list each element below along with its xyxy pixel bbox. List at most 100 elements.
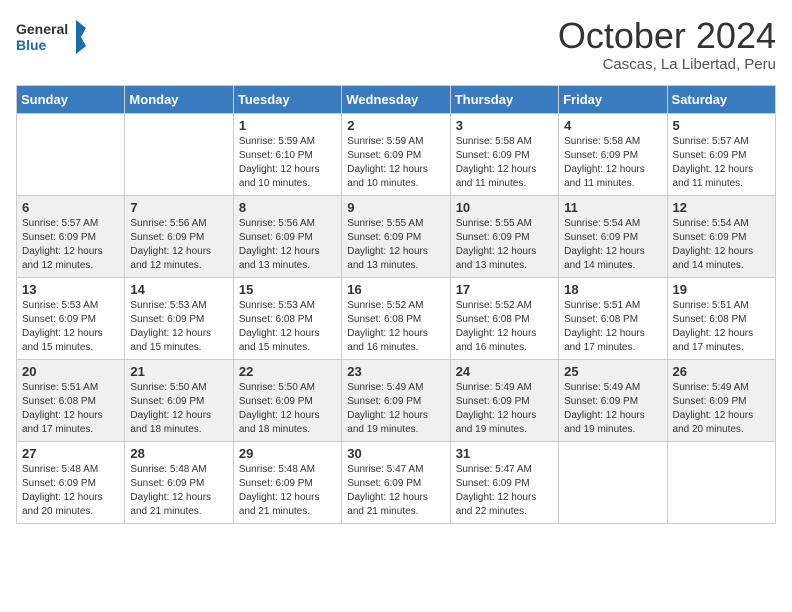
- day-number: 2: [347, 118, 444, 133]
- day-info: Sunrise: 5:51 AM Sunset: 6:08 PM Dayligh…: [673, 299, 770, 355]
- calendar-day-5: 5 Sunrise: 5:57 AM Sunset: 6:09 PM Daylig…: [667, 113, 775, 195]
- calendar-day-29: 29 Sunrise: 5:48 AM Sunset: 6:09 PM Dayli…: [233, 441, 341, 523]
- day-number: 27: [22, 446, 119, 461]
- day-number: 15: [239, 282, 336, 297]
- weekday-header-wednesday: Wednesday: [342, 85, 450, 113]
- day-number: 9: [347, 200, 444, 215]
- day-number: 18: [564, 282, 661, 297]
- calendar-empty-cell: [667, 441, 775, 523]
- calendar-day-16: 16Sunrise: 5:52 AM Sunset: 6:08 PM Dayli…: [342, 277, 450, 359]
- calendar-day-23: 23 Sunrise: 5:49 AM Sunset: 6:09 PM Dayli…: [342, 359, 450, 441]
- day-info: Sunrise: 5:54 AM Sunset: 6:09 PM Dayligh…: [564, 217, 661, 273]
- calendar-day-28: 28 Sunrise: 5:48 AM Sunset: 6:09 PM Dayli…: [125, 441, 233, 523]
- title-block: October 2024 Cascas, La Libertad, Peru: [558, 16, 776, 73]
- logo-svg: General Blue: [16, 16, 86, 58]
- calendar-day-9: 9 Sunrise: 5:55 AM Sunset: 6:09 PM Daylig…: [342, 195, 450, 277]
- day-info: Sunrise: 5:52 AM Sunset: 6:08 PM Dayligh…: [347, 299, 444, 355]
- day-number: 23: [347, 364, 444, 379]
- calendar-day-15: 15 Sunrise: 5:53 AM Sunset: 6:08 PM Dayli…: [233, 277, 341, 359]
- day-info: Sunrise: 5:54 AM Sunset: 6:09 PM Dayligh…: [673, 217, 770, 273]
- calendar-day-31: 31 Sunrise: 5:47 AM Sunset: 6:09 PM Dayli…: [450, 441, 558, 523]
- calendar-week-row: 20Sunrise: 5:51 AM Sunset: 6:08 PM Dayli…: [17, 359, 776, 441]
- calendar-day-27: 27 Sunrise: 5:48 AM Sunset: 6:09 PM Dayli…: [17, 441, 125, 523]
- calendar-day-8: 8 Sunrise: 5:56 AM Sunset: 6:09 PM Daylig…: [233, 195, 341, 277]
- day-number: 26: [673, 364, 770, 379]
- day-number: 21: [130, 364, 227, 379]
- calendar-day-7: 7 Sunrise: 5:56 AM Sunset: 6:09 PM Daylig…: [125, 195, 233, 277]
- calendar-day-2: 2Sunrise: 5:59 AM Sunset: 6:09 PM Daylig…: [342, 113, 450, 195]
- day-number: 25: [564, 364, 661, 379]
- day-info: Sunrise: 5:48 AM Sunset: 6:09 PM Dayligh…: [239, 463, 336, 519]
- day-info: Sunrise: 5:48 AM Sunset: 6:09 PM Dayligh…: [22, 463, 119, 519]
- weekday-header-row: SundayMondayTuesdayWednesdayThursdayFrid…: [17, 85, 776, 113]
- calendar: SundayMondayTuesdayWednesdayThursdayFrid…: [16, 85, 776, 524]
- day-info: Sunrise: 5:56 AM Sunset: 6:09 PM Dayligh…: [130, 217, 227, 273]
- calendar-day-24: 24 Sunrise: 5:49 AM Sunset: 6:09 PM Dayli…: [450, 359, 558, 441]
- calendar-day-25: 25 Sunrise: 5:49 AM Sunset: 6:09 PM Dayli…: [559, 359, 667, 441]
- day-number: 7: [130, 200, 227, 215]
- calendar-day-22: 22 Sunrise: 5:50 AM Sunset: 6:09 PM Dayli…: [233, 359, 341, 441]
- day-info: Sunrise: 5:49 AM Sunset: 6:09 PM Dayligh…: [564, 381, 661, 437]
- calendar-empty-cell: [559, 441, 667, 523]
- calendar-day-3: 3 Sunrise: 5:58 AM Sunset: 6:09 PM Daylig…: [450, 113, 558, 195]
- weekday-header-sunday: Sunday: [17, 85, 125, 113]
- day-number: 6: [22, 200, 119, 215]
- day-number: 31: [456, 446, 553, 461]
- day-number: 11: [564, 200, 661, 215]
- calendar-week-row: 1Sunrise: 5:59 AM Sunset: 6:10 PM Daylig…: [17, 113, 776, 195]
- day-info: Sunrise: 5:57 AM Sunset: 6:09 PM Dayligh…: [673, 135, 770, 191]
- page-header: General Blue October 2024 Cascas, La Lib…: [16, 16, 776, 73]
- day-number: 8: [239, 200, 336, 215]
- day-number: 29: [239, 446, 336, 461]
- day-number: 10: [456, 200, 553, 215]
- day-number: 12: [673, 200, 770, 215]
- day-info: Sunrise: 5:58 AM Sunset: 6:09 PM Dayligh…: [456, 135, 553, 191]
- weekday-header-tuesday: Tuesday: [233, 85, 341, 113]
- location: Cascas, La Libertad, Peru: [558, 56, 776, 73]
- day-number: 1: [239, 118, 336, 133]
- day-info: Sunrise: 5:55 AM Sunset: 6:09 PM Dayligh…: [347, 217, 444, 273]
- day-info: Sunrise: 5:49 AM Sunset: 6:09 PM Dayligh…: [347, 381, 444, 437]
- weekday-header-monday: Monday: [125, 85, 233, 113]
- day-info: Sunrise: 5:53 AM Sunset: 6:09 PM Dayligh…: [22, 299, 119, 355]
- calendar-empty-cell: [17, 113, 125, 195]
- svg-text:Blue: Blue: [16, 37, 47, 53]
- month-title: October 2024: [558, 16, 776, 56]
- calendar-day-14: 14 Sunrise: 5:53 AM Sunset: 6:09 PM Dayli…: [125, 277, 233, 359]
- day-number: 13: [22, 282, 119, 297]
- day-info: Sunrise: 5:56 AM Sunset: 6:09 PM Dayligh…: [239, 217, 336, 273]
- day-info: Sunrise: 5:50 AM Sunset: 6:09 PM Dayligh…: [130, 381, 227, 437]
- calendar-week-row: 6 Sunrise: 5:57 AM Sunset: 6:09 PM Daylig…: [17, 195, 776, 277]
- day-info: Sunrise: 5:58 AM Sunset: 6:09 PM Dayligh…: [564, 135, 661, 191]
- calendar-day-30: 30Sunrise: 5:47 AM Sunset: 6:09 PM Dayli…: [342, 441, 450, 523]
- calendar-day-1: 1Sunrise: 5:59 AM Sunset: 6:10 PM Daylig…: [233, 113, 341, 195]
- day-info: Sunrise: 5:53 AM Sunset: 6:08 PM Dayligh…: [239, 299, 336, 355]
- day-info: Sunrise: 5:50 AM Sunset: 6:09 PM Dayligh…: [239, 381, 336, 437]
- day-info: Sunrise: 5:52 AM Sunset: 6:08 PM Dayligh…: [456, 299, 553, 355]
- calendar-day-18: 18 Sunrise: 5:51 AM Sunset: 6:08 PM Dayli…: [559, 277, 667, 359]
- day-info: Sunrise: 5:49 AM Sunset: 6:09 PM Dayligh…: [673, 381, 770, 437]
- day-number: 17: [456, 282, 553, 297]
- day-number: 3: [456, 118, 553, 133]
- calendar-week-row: 13 Sunrise: 5:53 AM Sunset: 6:09 PM Dayli…: [17, 277, 776, 359]
- day-info: Sunrise: 5:48 AM Sunset: 6:09 PM Dayligh…: [130, 463, 227, 519]
- svg-text:General: General: [16, 21, 68, 37]
- day-info: Sunrise: 5:47 AM Sunset: 6:09 PM Dayligh…: [456, 463, 553, 519]
- weekday-header-friday: Friday: [559, 85, 667, 113]
- day-info: Sunrise: 5:49 AM Sunset: 6:09 PM Dayligh…: [456, 381, 553, 437]
- calendar-day-11: 11 Sunrise: 5:54 AM Sunset: 6:09 PM Dayli…: [559, 195, 667, 277]
- day-number: 28: [130, 446, 227, 461]
- calendar-day-13: 13 Sunrise: 5:53 AM Sunset: 6:09 PM Dayli…: [17, 277, 125, 359]
- calendar-day-10: 10Sunrise: 5:55 AM Sunset: 6:09 PM Dayli…: [450, 195, 558, 277]
- day-number: 14: [130, 282, 227, 297]
- calendar-week-row: 27 Sunrise: 5:48 AM Sunset: 6:09 PM Dayli…: [17, 441, 776, 523]
- day-number: 24: [456, 364, 553, 379]
- day-number: 5: [673, 118, 770, 133]
- day-info: Sunrise: 5:57 AM Sunset: 6:09 PM Dayligh…: [22, 217, 119, 273]
- day-number: 30: [347, 446, 444, 461]
- day-info: Sunrise: 5:53 AM Sunset: 6:09 PM Dayligh…: [130, 299, 227, 355]
- day-number: 22: [239, 364, 336, 379]
- day-number: 4: [564, 118, 661, 133]
- day-info: Sunrise: 5:51 AM Sunset: 6:08 PM Dayligh…: [564, 299, 661, 355]
- calendar-day-19: 19Sunrise: 5:51 AM Sunset: 6:08 PM Dayli…: [667, 277, 775, 359]
